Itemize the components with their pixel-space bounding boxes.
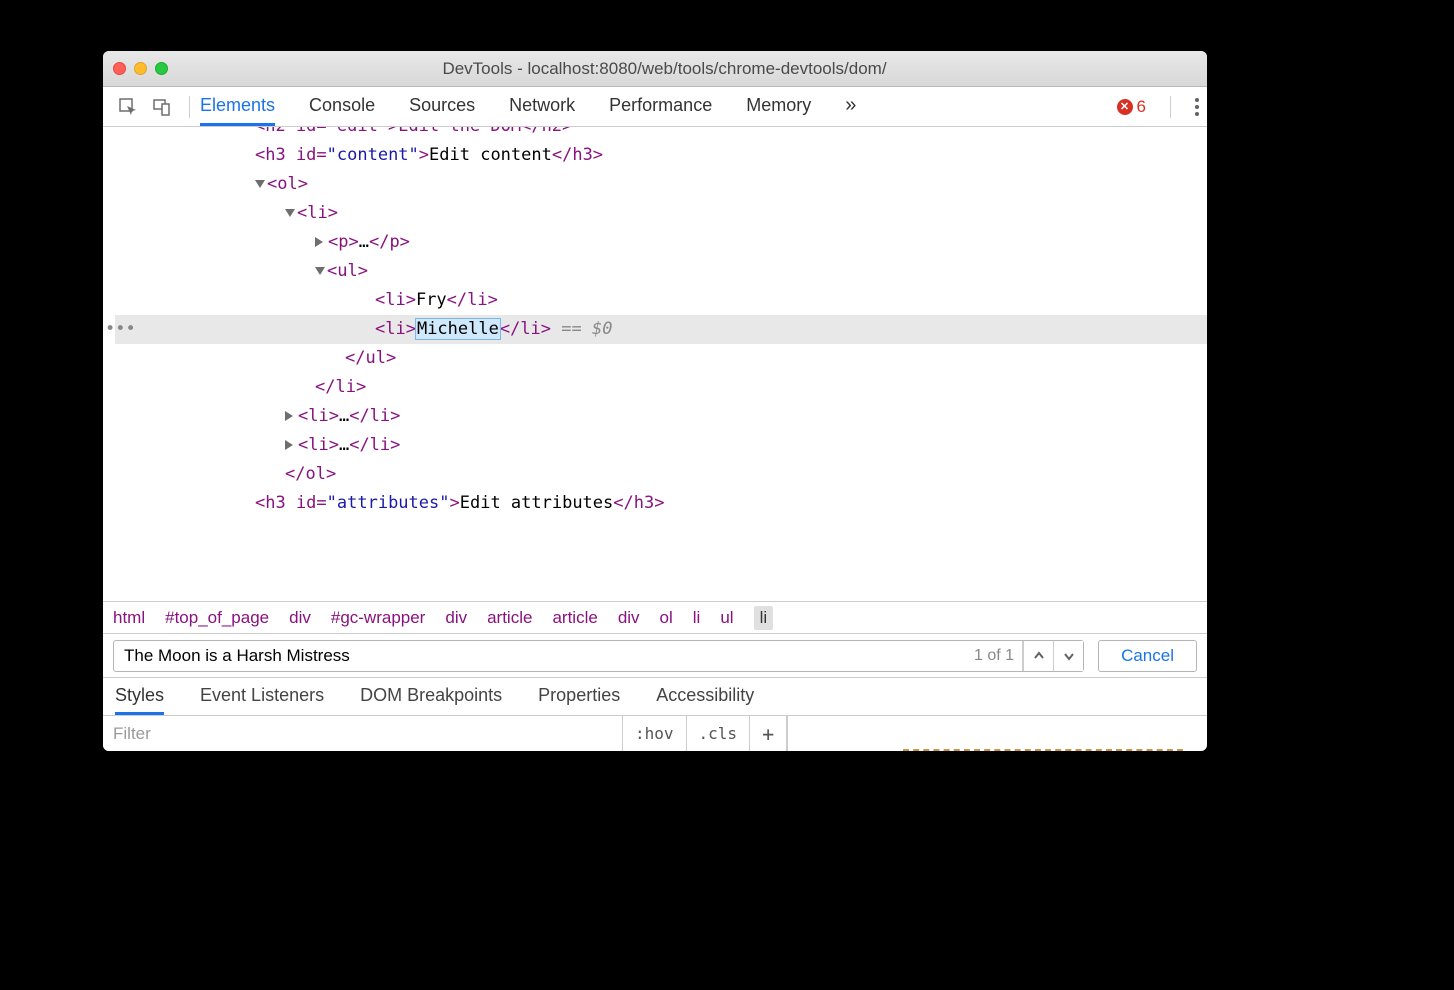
dom-node-li-fry[interactable]: <li>Fry</li> [115, 286, 1207, 315]
tab-dom-breakpoints[interactable]: DOM Breakpoints [360, 678, 502, 715]
tab-accessibility[interactable]: Accessibility [656, 678, 754, 715]
disclosure-open-icon[interactable] [315, 267, 325, 275]
sidebar-tabs: Styles Event Listeners DOM Breakpoints P… [103, 677, 1207, 715]
kebab-menu-icon[interactable] [1195, 98, 1199, 116]
styles-buttons: :hov .cls + [623, 716, 787, 751]
dom-node-selected[interactable]: •••<li>Michelle</li> == $0 [115, 315, 1207, 344]
tab-elements[interactable]: Elements [200, 87, 275, 126]
breadcrumb-item[interactable]: article [552, 608, 597, 628]
breadcrumb-item[interactable]: div [289, 608, 311, 628]
breadcrumb: html #top_of_page div #gc-wrapper div ar… [103, 601, 1207, 633]
dom-node-li-collapsed[interactable]: <li>…</li> [115, 431, 1207, 460]
inline-edit-text[interactable]: Michelle [416, 319, 500, 339]
breadcrumb-item-current[interactable]: li [754, 606, 774, 630]
devtools-window: DevTools - localhost:8080/web/tools/chro… [103, 51, 1207, 751]
tab-event-listeners[interactable]: Event Listeners [200, 678, 324, 715]
styles-toolbar: :hov .cls + [103, 715, 1207, 751]
styles-filter-input[interactable] [103, 716, 623, 751]
dom-node-ol-close[interactable]: </ol> [115, 460, 1207, 489]
breadcrumb-item[interactable]: div [445, 608, 467, 628]
cancel-button[interactable]: Cancel [1098, 640, 1197, 672]
dom-node-ul-close[interactable]: </ul> [115, 344, 1207, 373]
main-toolbar: Elements Console Sources Network Perform… [103, 87, 1207, 127]
dollar-zero-ref: == $0 [551, 319, 612, 339]
inherited-box-icon [903, 749, 1183, 751]
divider [1170, 96, 1171, 118]
breadcrumb-item[interactable]: ul [720, 608, 733, 628]
close-icon[interactable] [113, 62, 126, 75]
tab-styles[interactable]: Styles [115, 678, 164, 715]
breadcrumb-item[interactable]: ol [660, 608, 673, 628]
dom-node-h2[interactable]: <h2 id="edit">Edit the DOM</h2> [115, 127, 1207, 141]
device-toggle-icon[interactable] [149, 94, 175, 120]
dom-tree[interactable]: <h2 id="edit">Edit the DOM</h2> <h3 id="… [103, 127, 1207, 601]
breadcrumb-item[interactable]: div [618, 608, 640, 628]
tab-console[interactable]: Console [309, 87, 375, 126]
dom-node-li-close[interactable]: </li> [115, 373, 1207, 402]
search-next-button[interactable] [1053, 641, 1083, 671]
dom-node-h3-content[interactable]: <h3 id="content">Edit content</h3> [115, 141, 1207, 170]
breadcrumb-item[interactable]: li [693, 608, 701, 628]
error-count: 6 [1137, 97, 1146, 117]
error-dot-icon: ✕ [1117, 99, 1133, 115]
dom-node-p-collapsed[interactable]: <p>…</p> [115, 228, 1207, 257]
dom-node-ul-open[interactable]: <ul> [115, 257, 1207, 286]
search-result-count: 1 of 1 [966, 641, 1023, 671]
tab-memory[interactable]: Memory [746, 87, 811, 126]
new-rule-button[interactable]: + [750, 716, 787, 751]
breadcrumb-item[interactable]: article [487, 608, 532, 628]
row-actions-icon[interactable]: ••• [105, 315, 136, 344]
search-box: 1 of 1 [113, 640, 1084, 672]
disclosure-closed-icon[interactable] [315, 237, 323, 247]
dom-node-ol-open[interactable]: <ol> [115, 170, 1207, 199]
disclosure-closed-icon[interactable] [285, 411, 293, 421]
window-title: DevTools - localhost:8080/web/tools/chro… [132, 59, 1197, 79]
tab-properties[interactable]: Properties [538, 678, 620, 715]
search-bar: 1 of 1 Cancel [103, 633, 1207, 677]
disclosure-closed-icon[interactable] [285, 440, 293, 450]
tab-performance[interactable]: Performance [609, 87, 712, 126]
styles-pane [787, 716, 1207, 751]
breadcrumb-item[interactable]: html [113, 608, 145, 628]
search-nav [1023, 641, 1083, 671]
dom-node-h3-attributes[interactable]: <h3 id="attributes">Edit attributes</h3> [115, 489, 1207, 518]
divider [189, 96, 190, 118]
disclosure-open-icon[interactable] [285, 209, 295, 217]
dom-node-li-collapsed[interactable]: <li>…</li> [115, 402, 1207, 431]
hov-button[interactable]: :hov [623, 716, 687, 751]
panel-tabs: Elements Console Sources Network Perform… [200, 87, 856, 126]
tab-sources[interactable]: Sources [409, 87, 475, 126]
inspect-icon[interactable] [115, 94, 141, 120]
error-badge[interactable]: ✕ 6 [1117, 97, 1146, 117]
search-input[interactable] [114, 646, 966, 666]
dom-node-li-open[interactable]: <li> [115, 199, 1207, 228]
search-prev-button[interactable] [1023, 641, 1053, 671]
overflow-tabs-icon[interactable]: » [845, 87, 856, 126]
disclosure-open-icon[interactable] [255, 180, 265, 188]
toolbar-right: ✕ 6 [1117, 96, 1199, 118]
tab-network[interactable]: Network [509, 87, 575, 126]
titlebar: DevTools - localhost:8080/web/tools/chro… [103, 51, 1207, 87]
cls-button[interactable]: .cls [687, 716, 751, 751]
breadcrumb-item[interactable]: #top_of_page [165, 608, 269, 628]
breadcrumb-item[interactable]: #gc-wrapper [331, 608, 426, 628]
